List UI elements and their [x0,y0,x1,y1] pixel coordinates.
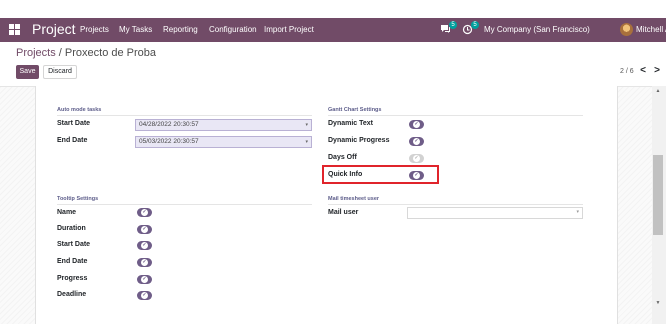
tooltip-section-title: Tooltip Settings [57,196,99,202]
user-menu[interactable]: Mitchell Admin [636,25,666,34]
quick-info-highlight-box [322,165,439,184]
company-switcher[interactable]: My Company (San Francisco) [484,25,590,34]
apps-grid-icon[interactable] [9,24,20,35]
gantt-dynamic-text-toggle[interactable]: ✓ [409,120,424,129]
pager-value[interactable]: 2 / 6 [620,68,634,75]
check-icon: ✓ [141,226,148,233]
chevron-down-icon[interactable]: ▾ [305,120,308,130]
chat-badge: 5 [449,21,457,29]
section-divider [57,204,312,205]
section-divider [328,204,583,205]
clock-icon[interactable]: 5 [462,21,479,36]
pager-next-button[interactable]: > [651,63,663,79]
check-icon: ✓ [141,292,148,299]
tooltip-progress-toggle[interactable]: ✓ [137,275,152,284]
breadcrumb: Projects / Proxecto de Proba [16,47,156,59]
gantt-days-off-label: Days Off [328,154,357,161]
menu-projects[interactable]: Projects [80,25,109,34]
section-divider [57,115,312,116]
chevron-down-icon[interactable]: ▾ [576,209,579,215]
auto-start-date-value: 04/28/2022 20:30:57 [139,121,199,128]
tooltip-start-date-toggle[interactable]: ✓ [137,241,152,250]
gantt-dynamic-progress-toggle[interactable]: ✓ [409,137,424,146]
tooltip-duration-toggle[interactable]: ✓ [137,225,152,234]
chat-icon[interactable]: 5 [440,21,457,36]
auto-mode-section-title: Auto mode tasks [57,107,102,113]
scroll-up-arrow-icon[interactable]: ▲ [653,88,663,94]
mail-user-label: Mail user [328,209,359,216]
gantt-section-title: Gantt Chart Settings [328,107,382,113]
tooltip-end-date-label: End Date [57,258,88,265]
check-icon: ✓ [141,276,148,283]
save-button[interactable]: Save [16,65,39,79]
check-icon: ✓ [141,242,148,249]
top-navbar: Project Projects My Tasks Reporting Conf… [0,18,666,42]
scroll-down-arrow-icon[interactable]: ▼ [653,300,663,306]
form-sheet [35,86,618,324]
gantt-dynamic-text-label: Dynamic Text [328,120,373,127]
tooltip-deadline-label: Deadline [57,291,87,298]
auto-start-date-label: Start Date [57,120,91,127]
tooltip-end-date-toggle[interactable]: ✓ [137,258,152,267]
menu-import-project[interactable]: Import Project [264,25,314,34]
tooltip-progress-label: Progress [57,275,88,282]
tooltip-name-label: Name [57,209,77,216]
check-icon: ✓ [413,138,420,145]
auto-end-date-label: End Date [57,137,88,144]
check-icon: ✓ [141,259,148,266]
activity-badge: 5 [471,21,479,29]
check-icon: ✓ [413,155,420,162]
menu-reporting[interactable]: Reporting [163,25,198,34]
gantt-days-off-toggle[interactable]: ✓ [409,154,424,163]
gantt-dynamic-progress-label: Dynamic Progress [328,137,390,144]
scrollbar-thumb[interactable] [653,155,663,235]
app-title[interactable]: Project [32,21,76,37]
tooltip-deadline-toggle[interactable]: ✓ [137,291,152,300]
pager-prev-button[interactable]: < [637,63,649,79]
menu-my-tasks[interactable]: My Tasks [119,25,152,34]
mail-section-title: Mail timesheet user [328,196,380,202]
auto-end-date-input[interactable]: 05/03/2022 20:30:57 ▾ [135,136,312,148]
auto-end-date-value: 05/03/2022 20:30:57 [139,138,199,145]
discard-button[interactable]: Discard [43,65,77,79]
chevron-down-icon[interactable]: ▾ [305,137,308,147]
tooltip-name-toggle[interactable]: ✓ [137,208,152,217]
user-avatar[interactable] [620,23,633,36]
breadcrumb-separator: / [55,47,65,59]
check-icon: ✓ [141,209,148,216]
check-icon: ✓ [413,121,420,128]
breadcrumb-projects-link[interactable]: Projects [16,47,56,59]
tooltip-duration-label: Duration [57,225,86,232]
menu-configuration[interactable]: Configuration [209,25,257,34]
section-divider [328,115,583,116]
mail-user-select[interactable]: ▾ [407,207,583,219]
auto-start-date-input[interactable]: 04/28/2022 20:30:57 ▾ [135,119,312,131]
tooltip-start-date-label: Start Date [57,241,91,248]
breadcrumb-current: Proxecto de Proba [64,47,157,59]
